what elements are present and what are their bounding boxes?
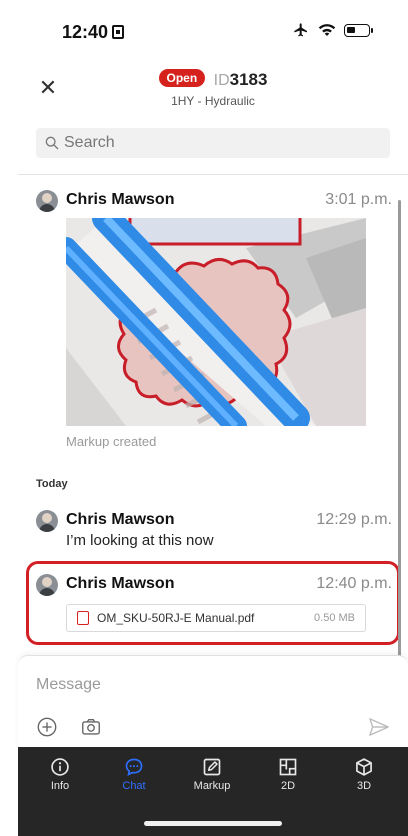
screen-edge: [0, 0, 18, 836]
header: ✕ Open ID3183 1HY - Hydraulic: [18, 64, 408, 122]
home-indicator[interactable]: [144, 821, 282, 826]
status-icons: [292, 22, 373, 38]
tab-markup[interactable]: Markup: [182, 757, 242, 792]
floorplan-icon: [279, 758, 297, 776]
message-author: Chris Mawson: [66, 575, 175, 592]
id-card-icon: [112, 25, 125, 39]
id-prefix: ID: [213, 72, 230, 89]
message-attachment: Chris Mawson 12:40 p.m. OM_SKU-50RJ-E Ma…: [36, 574, 392, 638]
header-divider: [18, 174, 408, 175]
tab-chat-label: Chat: [122, 780, 146, 792]
message-input[interactable]: [36, 676, 356, 694]
tab-markup-label: Markup: [193, 780, 231, 792]
camera-icon[interactable]: [80, 716, 102, 738]
airplane-icon: [294, 23, 307, 37]
message-author: Chris Mawson: [66, 191, 175, 208]
status-time: 12:40: [62, 22, 125, 43]
bottom-navigation: Info Chat Markup 2D 3D: [18, 747, 408, 836]
message-text: Chris Mawson 12:29 p.m. I’m looking at t…: [36, 510, 392, 554]
wifi-icon: [318, 24, 336, 36]
pdf-file-icon: [77, 611, 89, 625]
markup-image-graphic: [66, 218, 366, 426]
markup-image[interactable]: [66, 218, 366, 426]
tab-chat[interactable]: Chat: [104, 757, 164, 792]
status-time-text: 12:40: [62, 22, 109, 42]
tab-2d[interactable]: 2D: [258, 757, 318, 792]
status-badge: Open: [158, 69, 206, 87]
battery-icon: [344, 23, 373, 37]
markup-caption: Markup created: [66, 434, 157, 449]
ticket-subtitle: 1HY - Hydraulic: [171, 94, 255, 108]
message-markup: Chris Mawson 3:01 p.m. Markup created: [36, 190, 392, 460]
add-attachment-icon[interactable]: [36, 716, 58, 738]
app-screen: 12:40 ✕ Open ID3183 1HY - Hydraulic Chri…: [0, 0, 408, 836]
message-time: 3:01 p.m.: [325, 191, 392, 208]
attachment-size: 0.50 MB: [314, 612, 355, 624]
markup-icon: [203, 758, 221, 776]
attachment-name: OM_SKU-50RJ-E Manual.pdf: [97, 611, 255, 625]
info-icon: [51, 758, 69, 776]
avatar: [36, 510, 58, 532]
pdf-attachment[interactable]: OM_SKU-50RJ-E Manual.pdf 0.50 MB: [66, 604, 366, 632]
scrollbar[interactable]: [398, 200, 401, 660]
message-time: 12:40 p.m.: [316, 575, 392, 592]
send-icon[interactable]: [368, 717, 390, 737]
tab-3d[interactable]: 3D: [334, 757, 394, 792]
ticket-title: Open ID3183: [18, 69, 408, 90]
message-body: I’m looking at this now: [66, 532, 214, 549]
message-time: 12:29 p.m.: [316, 511, 392, 528]
search-icon: [45, 136, 59, 150]
tab-info-label: Info: [50, 780, 70, 792]
date-section-header: Today: [36, 478, 68, 490]
tab-info[interactable]: Info: [30, 757, 90, 792]
message-composer: [18, 655, 408, 747]
cube-icon: [356, 758, 372, 776]
search-bar[interactable]: [36, 128, 390, 158]
id-number: 3183: [229, 70, 268, 89]
message-author: Chris Mawson: [66, 511, 175, 528]
avatar: [36, 574, 58, 596]
tab-2d-label: 2D: [280, 780, 296, 792]
tab-3d-label: 3D: [356, 780, 372, 792]
status-bar: 12:40: [0, 0, 408, 64]
avatar: [36, 190, 58, 212]
chat-icon: [125, 758, 143, 777]
search-input[interactable]: [64, 134, 364, 152]
